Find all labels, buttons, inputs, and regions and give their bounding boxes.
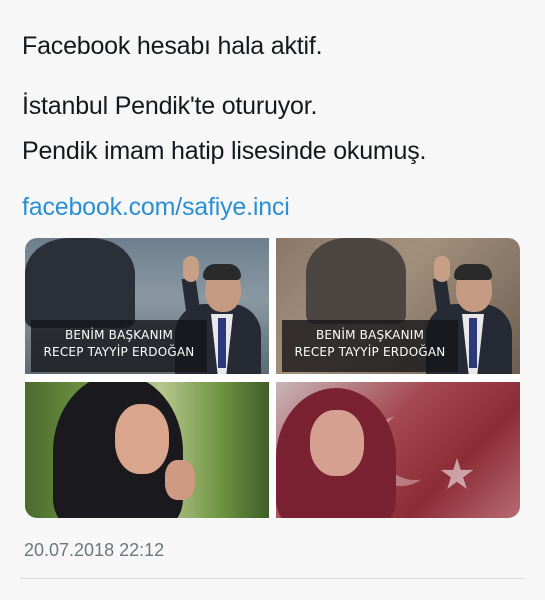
tweet-text-line-2: İstanbul Pendik'te oturuyor. [22, 92, 318, 120]
figure-silhouette [306, 238, 406, 324]
photo-4[interactable] [276, 382, 520, 518]
hair [454, 264, 492, 280]
tweet-text-line-3: Pendik imam hatip lisesinde okumuş. [22, 137, 427, 165]
raised-hand [434, 256, 450, 282]
figure-silhouette [25, 238, 135, 328]
caption-line-1: BENİM BAŞKANIM [315, 328, 425, 342]
photo-1[interactable]: BENİM BAŞKANIM RECEP TAYYİP ERDOĞAN [25, 238, 269, 374]
face [310, 410, 364, 476]
photo-caption: BENİM BAŞKANIM RECEP TAYYİP ERDOĞAN [31, 320, 207, 372]
caption-line-1: BENİM BAŞKANIM [64, 328, 174, 342]
divider [20, 578, 525, 579]
photo-2[interactable]: BENİM BAŞKANIM RECEP TAYYİP ERDOĞAN [276, 238, 520, 374]
tweet: Facebook hesabı hala aktif. İstanbul Pen… [0, 0, 545, 600]
hand [165, 460, 195, 500]
caption-line-2: RECEP TAYYİP ERDOĞAN [43, 345, 195, 359]
tie [218, 318, 226, 368]
facebook-link[interactable]: facebook.com/safiye.inci [22, 191, 290, 223]
photo-caption: BENİM BAŞKANIM RECEP TAYYİP ERDOĞAN [282, 320, 458, 372]
tie [469, 318, 477, 368]
hair [203, 264, 241, 280]
tweet-timestamp: 20.07.2018 22:12 [24, 540, 165, 560]
photo-3[interactable] [25, 382, 269, 518]
tweet-text-line-1: Facebook hesabı hala aktif. [22, 32, 323, 60]
media-grid[interactable]: BENİM BAŞKANIM RECEP TAYYİP ERDOĞAN BENİ… [25, 238, 520, 518]
face [115, 404, 169, 474]
caption-line-2: RECEP TAYYİP ERDOĞAN [294, 345, 446, 359]
raised-hand [183, 256, 199, 282]
